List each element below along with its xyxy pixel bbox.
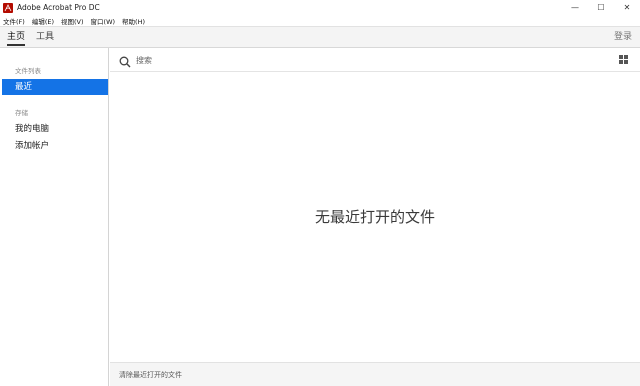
storage-heading: 存储 [15, 109, 28, 117]
login-link[interactable]: 登录 [614, 27, 632, 48]
search-icon[interactable] [119, 53, 131, 72]
sidebar-item-add-account[interactable]: 添加帐户 [0, 138, 108, 154]
window-controls: — ☐ ✕ [562, 0, 640, 15]
menu-bar: 文件(F) 编辑(E) 视图(V) 窗口(W) 帮助(H) [0, 15, 640, 26]
sidebar-item-recent[interactable]: 最近 [2, 79, 108, 95]
menu-help[interactable]: 帮助(H) [122, 16, 145, 26]
top-tab-bar: 主页 工具 登录 [0, 26, 640, 48]
search-input[interactable] [136, 53, 536, 67]
acrobat-logo-icon [3, 2, 13, 13]
menu-file[interactable]: 文件(F) [3, 16, 25, 26]
footer-bar: 清除最近打开的文件 [110, 362, 640, 386]
tab-tools[interactable]: 工具 [36, 27, 54, 48]
sidebar-item-my-computer[interactable]: 我的电脑 [0, 121, 108, 137]
tab-home[interactable]: 主页 [7, 27, 26, 48]
grid-view-icon[interactable] [619, 55, 628, 64]
minimize-button[interactable]: — [562, 0, 588, 15]
maximize-button[interactable]: ☐ [588, 0, 614, 15]
search-bar [110, 48, 640, 72]
empty-state-message: 无最近打开的文件 [314, 208, 435, 226]
sidebar: 文件列表 最近 存储 我的电脑 添加帐户 [0, 48, 109, 386]
menu-view[interactable]: 视图(V) [61, 16, 84, 26]
menu-edit[interactable]: 编辑(E) [32, 16, 54, 26]
main-content: 无最近打开的文件 清除最近打开的文件 [110, 48, 640, 386]
menu-window[interactable]: 窗口(W) [91, 16, 116, 26]
close-button[interactable]: ✕ [614, 0, 640, 15]
window-title: Adobe Acrobat Pro DC [17, 3, 100, 12]
clear-recent-link[interactable]: 清除最近打开的文件 [119, 370, 182, 380]
title-bar: Adobe Acrobat Pro DC — ☐ ✕ [0, 0, 640, 15]
file-list-heading: 文件列表 [15, 67, 41, 75]
